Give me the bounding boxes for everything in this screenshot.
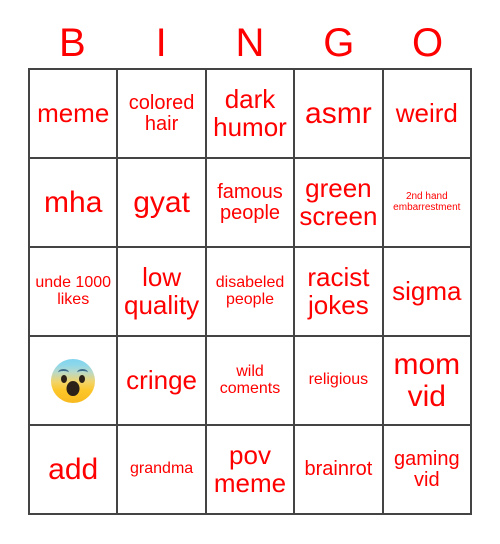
bingo-grid: meme colored hair dark humor asmr weird mha gy… [28,68,472,515]
bingo-cell-label: grandma [130,460,194,478]
bingo-cell-label: green screen [299,173,378,231]
bingo-cell-r4-c4[interactable]: religious [295,337,384,426]
bingo-cell-r1-c2[interactable]: colored hair [118,70,207,159]
bingo-header-letter-i: I [155,21,167,65]
bingo-cell-r3-c5[interactable]: sigma [383,248,472,337]
bingo-cell-label: racist jokes [307,262,370,320]
bingo-cell-r3-c2[interactable]: low quality [118,248,207,337]
bingo-cell-label: gaming vid [393,447,460,491]
bingo-cell-r2-c4[interactable]: green screen [295,159,384,248]
bingo-cell-r1-c1[interactable]: meme [30,70,119,159]
bingo-cell-r5-c5[interactable]: gaming vid [383,426,472,515]
bingo-cell-label: cringe [126,364,197,395]
bingo-cell-label: disabeled people [215,273,285,308]
bingo-card: B I N G O meme colored hair dark humor asmr… [28,18,472,515]
bingo-cell-label: famous people [217,180,283,224]
emoji-mouth [66,380,80,396]
bingo-header-letter-n: N [235,21,265,65]
bingo-cell-r5-c3[interactable]: pov meme [206,426,296,515]
bingo-cell-label: low quality [124,262,200,320]
bingo-cell-label: colored hair [128,91,195,135]
bingo-cell-r5-c2[interactable]: grandma [118,426,207,515]
bingo-cell-label: 2nd hand embarrestment [393,191,461,213]
bingo-cell-label: mha [44,185,103,219]
emoji-eye-right [79,374,86,383]
bingo-cell-r3-c3[interactable]: disabeled people [206,248,296,337]
bingo-cell-r2-c3[interactable]: famous people [206,159,296,248]
bingo-cell-label: religious [308,371,369,389]
bingo-cell-r2-c2[interactable]: gyat [118,159,207,248]
bingo-cell-r4-c1[interactable] [30,337,119,426]
bingo-cell-r2-c1[interactable]: mha [30,159,119,248]
bingo-cell-r1-c3[interactable]: dark humor [206,70,296,159]
bingo-cell-r5-c1[interactable]: add [30,426,119,515]
bingo-cell-label: add [48,452,99,486]
bingo-cell-label: unde 1000 likes [35,273,112,308]
bingo-cell-label: pov meme [213,440,287,498]
bingo-cell-label: wild coments [219,362,281,397]
bingo-cell-r4-c3[interactable]: wild coments [206,337,296,426]
emoji-eye-left [61,374,68,383]
bingo-cell-label: mom vid [393,348,461,413]
bingo-cell-label: meme [37,97,110,128]
bingo-cell-r3-c1[interactable]: unde 1000 likes [30,248,119,337]
fearful-face-emoji [51,358,96,403]
bingo-cell-r4-c2[interactable]: cringe [118,337,207,426]
bingo-header-letter-g: G [323,21,355,65]
bingo-cell-r2-c5[interactable]: 2nd hand embarrestment [383,159,472,248]
bingo-header-letter-b: B [59,21,86,65]
bingo-cell-label: asmr [305,96,372,130]
bingo-cell-r1-c4[interactable]: asmr [295,70,384,159]
bingo-header: B I N G O [28,18,472,68]
bingo-cell-r5-c4[interactable]: brainrot [295,426,384,515]
bingo-cell-r3-c4[interactable]: racist jokes [295,248,384,337]
bingo-cell-label: brainrot [304,458,373,480]
bingo-cell-label: gyat [133,185,190,219]
bingo-cell-label: weird [395,97,458,128]
bingo-header-letter-o: O [412,21,444,65]
bingo-cell-label: dark humor [213,84,287,142]
bingo-cell-r4-c5[interactable]: mom vid [383,337,472,426]
bingo-cell-r1-c5[interactable]: weird [383,70,472,159]
bingo-cell-label: sigma [392,275,462,306]
